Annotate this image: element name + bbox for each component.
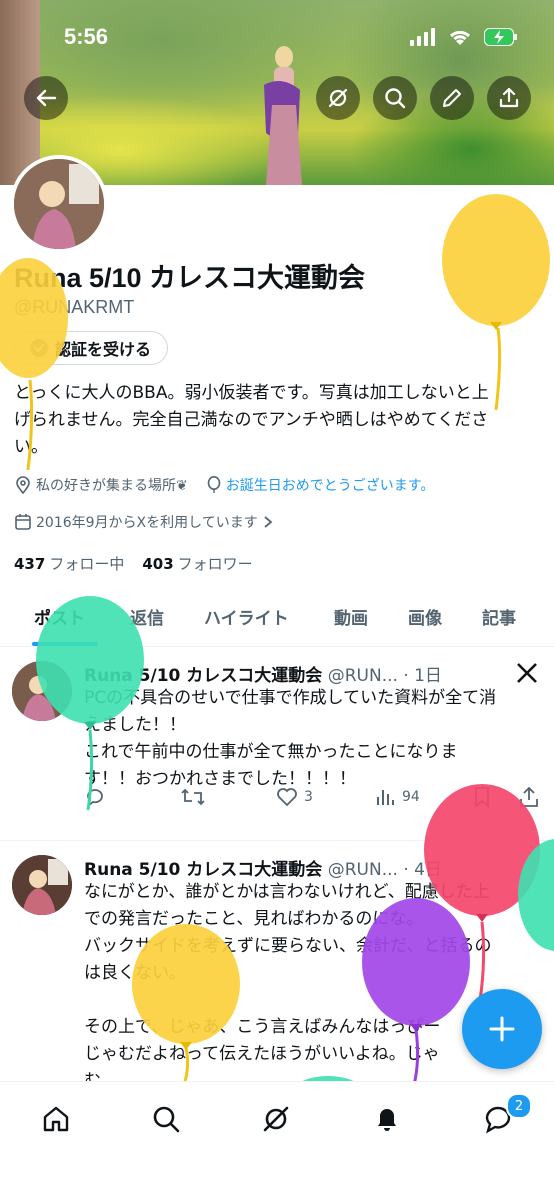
birthday-link[interactable]: お誕生日おめでとうございます。 — [226, 475, 435, 495]
avatar-image — [14, 159, 104, 249]
profile-tabs: ポスト 返信 ハイライト 動画 画像 記事 — [0, 590, 554, 647]
post-text: なにがとか、誰がとかは言わないけれど、配慮した上 での発言だったこと、見ればわか… — [84, 882, 492, 1091]
grok-icon — [328, 88, 348, 108]
post-avatar[interactable] — [12, 855, 72, 915]
signal-icon — [410, 28, 435, 46]
tab-highlights[interactable]: ハイライト — [204, 604, 289, 629]
status-time: 5:56 — [64, 24, 109, 49]
following-label: フォロー中 — [49, 555, 125, 573]
reply-icon — [87, 789, 103, 808]
search-icon — [153, 1106, 180, 1133]
repost-button[interactable] — [180, 786, 206, 808]
post-avatar-image — [12, 855, 72, 915]
joined-label: 2016年9月からXを利用しています — [36, 515, 258, 531]
calendar-icon — [15, 514, 31, 530]
post-avatar-image — [12, 661, 72, 721]
like-button[interactable]: 3 — [276, 786, 313, 808]
share-button[interactable] — [487, 76, 531, 120]
reply-button[interactable] — [84, 786, 106, 808]
balloon-yellow-right — [442, 194, 550, 411]
grok-icon — [263, 1106, 289, 1132]
following-link[interactable]: 437 フォロー中 — [14, 553, 124, 574]
bio-line: い。 — [14, 437, 48, 457]
views-icon — [377, 790, 394, 805]
views-count: 94 — [402, 789, 420, 805]
nav-grok[interactable] — [256, 1099, 296, 1139]
compose-plus-icon — [489, 1016, 515, 1042]
banner-figure — [264, 46, 302, 185]
share-icon — [520, 786, 538, 807]
following-count: 437 — [14, 555, 46, 573]
views-button[interactable]: 94 — [374, 786, 420, 808]
bottom-nav — [0, 1081, 554, 1200]
post-share-button[interactable] — [518, 786, 540, 808]
nav-search[interactable] — [146, 1099, 186, 1139]
profile-avatar[interactable] — [10, 155, 108, 253]
back-button[interactable] — [24, 76, 68, 120]
followers-label: フォロワー — [177, 555, 253, 573]
search-icon — [385, 88, 406, 109]
location-icon — [16, 476, 30, 494]
post-header: Runa 5/10 カレスコ大運動会 @RUN... · 4日 — [84, 855, 442, 880]
bio-line: げられません。完全自己満なのでアンチや晒しはやめてくださ — [14, 410, 489, 430]
bookmark-button[interactable] — [472, 786, 492, 808]
tab-images[interactable]: 画像 — [408, 604, 442, 629]
like-icon — [277, 788, 297, 807]
post-author-name[interactable]: Runa 5/10 カレスコ大運動会 — [84, 666, 322, 686]
post-author-handle[interactable]: @RUN... — [328, 666, 398, 686]
post-text: PCの不具合のせいで仕事で作成していた資料が全て消 えました！！ これで午前中の… — [84, 688, 497, 789]
messages-badge: 2 — [506, 1093, 532, 1119]
get-verified-label: 認証を受ける — [55, 340, 152, 359]
profile-bio: とっくに大人のBBA。弱小仮装者です。写真は加工しないと上 げられません。完全自… — [14, 380, 544, 461]
x-logo-icon — [517, 663, 537, 683]
bio-line: とっくに大人のBBA。弱小仮装者です。写真は加工しないと上 — [14, 383, 489, 403]
share-icon — [499, 87, 519, 108]
tab-posts[interactable]: ポスト — [34, 604, 85, 629]
home-icon — [43, 1106, 69, 1132]
profile-name: Runa 5/10 カレスコ大運動会 — [14, 263, 366, 293]
edit-pencil-icon — [443, 89, 461, 107]
profile-handle: @RUNAKRMT — [14, 297, 135, 317]
nav-home[interactable] — [36, 1099, 76, 1139]
repost-icon — [181, 788, 205, 806]
post-avatar[interactable] — [12, 661, 72, 721]
back-arrow-icon — [36, 89, 57, 107]
post-author-handle[interactable]: @RUN... — [328, 860, 398, 880]
grok-button[interactable] — [316, 76, 360, 120]
followers-link[interactable]: 403 フォロワー — [142, 553, 252, 574]
bookmark-icon — [475, 787, 489, 808]
profile-meta: 私の好きが集まる場所❦ お誕生日おめでとうございます。 — [14, 475, 434, 495]
search-profile-button[interactable] — [373, 76, 417, 120]
verified-check-icon — [30, 339, 48, 357]
tab-videos[interactable]: 動画 — [334, 604, 368, 629]
chevron-right-icon — [264, 516, 273, 528]
active-tab-indicator — [32, 642, 98, 646]
profile-location: 私の好きが集まる場所❦ — [36, 478, 188, 494]
follow-counts: 437 フォロー中 403 フォロワー — [14, 553, 253, 574]
post-author-name[interactable]: Runa 5/10 カレスコ大運動会 — [84, 860, 322, 880]
status-bar: 5:56 — [0, 24, 554, 54]
joined-date[interactable]: 2016年9月からXを利用しています — [14, 512, 274, 532]
get-verified-button[interactable]: 認証を受ける — [14, 331, 169, 365]
balloon-icon — [207, 476, 221, 493]
notifications-icon — [378, 1109, 396, 1131]
followers-count: 403 — [142, 555, 174, 573]
edit-button[interactable] — [430, 76, 474, 120]
tab-replies[interactable]: 返信 — [130, 604, 164, 629]
post-item[interactable]: Runa 5/10 カレスコ大運動会 @RUN... · 1日 PCの不具合のせ… — [0, 647, 554, 841]
post-header: Runa 5/10 カレスコ大運動会 @RUN... · 1日 — [84, 661, 442, 686]
tab-articles[interactable]: 記事 — [482, 604, 516, 629]
battery-icon — [484, 28, 517, 46]
like-count: 3 — [304, 789, 313, 805]
compose-button[interactable] — [462, 989, 542, 1069]
wifi-icon — [449, 30, 471, 45]
post-time[interactable]: · 1日 — [403, 666, 442, 686]
nav-notifications[interactable] — [367, 1099, 407, 1139]
post-time[interactable]: · 4日 — [403, 860, 442, 880]
